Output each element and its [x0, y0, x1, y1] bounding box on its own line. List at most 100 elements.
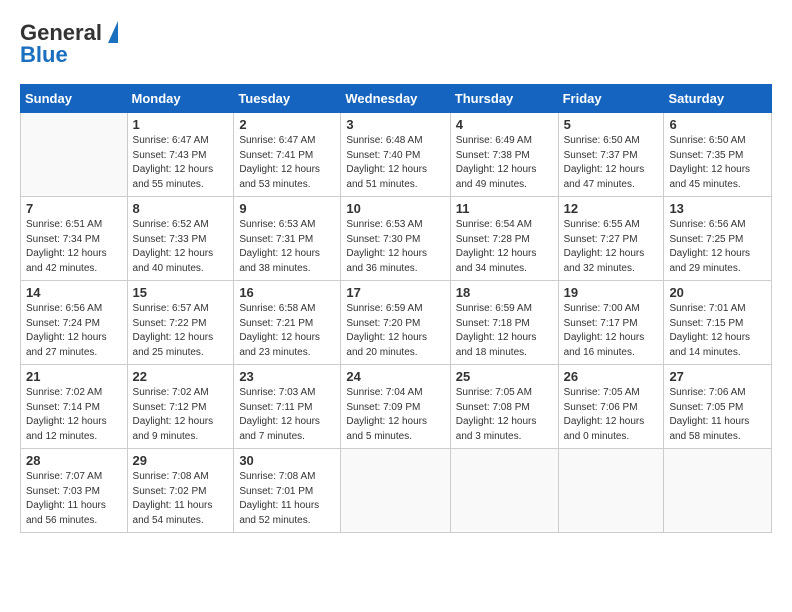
day-info: Sunrise: 6:50 AM Sunset: 7:35 PM Dayligh…	[669, 134, 766, 192]
day-number: 13	[669, 201, 766, 216]
day-number: 14	[26, 285, 122, 300]
calendar-cell: 10 Sunrise: 6:53 AM Sunset: 7:30 PM Dayli…	[341, 197, 450, 281]
day-number: 16	[239, 285, 335, 300]
calendar-cell: 2 Sunrise: 6:47 AM Sunset: 7:41 PM Daylig…	[234, 113, 341, 197]
day-info: Sunrise: 7:08 AM Sunset: 7:01 PM Dayligh…	[239, 470, 335, 528]
day-info: Sunrise: 6:53 AM Sunset: 7:30 PM Dayligh…	[346, 218, 444, 276]
calendar-cell: 1 Sunrise: 6:47 AM Sunset: 7:43 PM Daylig…	[127, 113, 234, 197]
calendar-cell: 12 Sunrise: 6:55 AM Sunset: 7:27 PM Dayli…	[558, 197, 664, 281]
calendar-cell	[664, 449, 772, 533]
day-info: Sunrise: 7:02 AM Sunset: 7:12 PM Dayligh…	[133, 386, 229, 444]
day-info: Sunrise: 7:01 AM Sunset: 7:15 PM Dayligh…	[669, 302, 766, 360]
day-info: Sunrise: 6:51 AM Sunset: 7:34 PM Dayligh…	[26, 218, 122, 276]
day-number: 1	[133, 117, 229, 132]
day-number: 19	[564, 285, 659, 300]
logo-line2: Blue	[20, 42, 68, 68]
calendar-cell: 16 Sunrise: 6:58 AM Sunset: 7:21 PM Dayli…	[234, 281, 341, 365]
day-number: 28	[26, 453, 122, 468]
calendar-cell: 6 Sunrise: 6:50 AM Sunset: 7:35 PM Daylig…	[664, 113, 772, 197]
day-info: Sunrise: 6:57 AM Sunset: 7:22 PM Dayligh…	[133, 302, 229, 360]
day-info: Sunrise: 6:56 AM Sunset: 7:25 PM Dayligh…	[669, 218, 766, 276]
day-number: 24	[346, 369, 444, 384]
calendar-cell: 14 Sunrise: 6:56 AM Sunset: 7:24 PM Dayli…	[21, 281, 128, 365]
col-header-tuesday: Tuesday	[234, 85, 341, 113]
day-info: Sunrise: 7:05 AM Sunset: 7:08 PM Dayligh…	[456, 386, 553, 444]
day-number: 18	[456, 285, 553, 300]
day-info: Sunrise: 7:02 AM Sunset: 7:14 PM Dayligh…	[26, 386, 122, 444]
day-info: Sunrise: 6:50 AM Sunset: 7:37 PM Dayligh…	[564, 134, 659, 192]
calendar-cell: 18Sunrise: 6:59 AM Sunset: 7:18 PM Dayli…	[450, 281, 558, 365]
logo: General Blue	[20, 20, 118, 68]
col-header-saturday: Saturday	[664, 85, 772, 113]
calendar-cell: 4Sunrise: 6:49 AM Sunset: 7:38 PM Daylig…	[450, 113, 558, 197]
day-number: 4	[456, 117, 553, 132]
day-info: Sunrise: 7:08 AM Sunset: 7:02 PM Dayligh…	[133, 470, 229, 528]
day-info: Sunrise: 6:48 AM Sunset: 7:40 PM Dayligh…	[346, 134, 444, 192]
day-number: 15	[133, 285, 229, 300]
col-header-monday: Monday	[127, 85, 234, 113]
day-number: 10	[346, 201, 444, 216]
day-number: 6	[669, 117, 766, 132]
calendar-cell: 17Sunrise: 6:59 AM Sunset: 7:20 PM Dayli…	[341, 281, 450, 365]
day-info: Sunrise: 6:47 AM Sunset: 7:41 PM Dayligh…	[239, 134, 335, 192]
calendar-week-4: 21 Sunrise: 7:02 AM Sunset: 7:14 PM Dayli…	[21, 365, 772, 449]
calendar-cell: 30 Sunrise: 7:08 AM Sunset: 7:01 PM Dayli…	[234, 449, 341, 533]
day-info: Sunrise: 7:03 AM Sunset: 7:11 PM Dayligh…	[239, 386, 335, 444]
calendar-cell: 13 Sunrise: 6:56 AM Sunset: 7:25 PM Dayli…	[664, 197, 772, 281]
calendar-week-2: 7 Sunrise: 6:51 AM Sunset: 7:34 PM Daylig…	[21, 197, 772, 281]
calendar-cell: 26 Sunrise: 7:05 AM Sunset: 7:06 PM Dayli…	[558, 365, 664, 449]
calendar-week-5: 28 Sunrise: 7:07 AM Sunset: 7:03 PM Dayli…	[21, 449, 772, 533]
calendar-week-3: 14 Sunrise: 6:56 AM Sunset: 7:24 PM Dayli…	[21, 281, 772, 365]
day-number: 12	[564, 201, 659, 216]
day-number: 21	[26, 369, 122, 384]
col-header-sunday: Sunday	[21, 85, 128, 113]
calendar-cell	[558, 449, 664, 533]
calendar-cell: 7 Sunrise: 6:51 AM Sunset: 7:34 PM Daylig…	[21, 197, 128, 281]
calendar-cell: 15 Sunrise: 6:57 AM Sunset: 7:22 PM Dayli…	[127, 281, 234, 365]
calendar-cell: 22 Sunrise: 7:02 AM Sunset: 7:12 PM Dayli…	[127, 365, 234, 449]
calendar-cell: 9 Sunrise: 6:53 AM Sunset: 7:31 PM Daylig…	[234, 197, 341, 281]
day-info: Sunrise: 6:52 AM Sunset: 7:33 PM Dayligh…	[133, 218, 229, 276]
day-number: 9	[239, 201, 335, 216]
day-number: 30	[239, 453, 335, 468]
day-info: Sunrise: 7:05 AM Sunset: 7:06 PM Dayligh…	[564, 386, 659, 444]
calendar-cell: 19 Sunrise: 7:00 AM Sunset: 7:17 PM Dayli…	[558, 281, 664, 365]
day-number: 7	[26, 201, 122, 216]
calendar-cell: 3 Sunrise: 6:48 AM Sunset: 7:40 PM Daylig…	[341, 113, 450, 197]
day-info: Sunrise: 6:47 AM Sunset: 7:43 PM Dayligh…	[133, 134, 229, 192]
day-number: 29	[133, 453, 229, 468]
day-info: Sunrise: 6:53 AM Sunset: 7:31 PM Dayligh…	[239, 218, 335, 276]
calendar-table: SundayMondayTuesdayWednesdayThursdayFrid…	[20, 84, 772, 533]
calendar-cell	[341, 449, 450, 533]
day-number: 2	[239, 117, 335, 132]
day-number: 3	[346, 117, 444, 132]
calendar-cell: 11 Sunrise: 6:54 AM Sunset: 7:28 PM Dayli…	[450, 197, 558, 281]
day-info: Sunrise: 7:00 AM Sunset: 7:17 PM Dayligh…	[564, 302, 659, 360]
calendar-cell	[21, 113, 128, 197]
calendar-cell: 25Sunrise: 7:05 AM Sunset: 7:08 PM Dayli…	[450, 365, 558, 449]
calendar-cell: 28 Sunrise: 7:07 AM Sunset: 7:03 PM Dayli…	[21, 449, 128, 533]
day-number: 8	[133, 201, 229, 216]
calendar-cell: 8 Sunrise: 6:52 AM Sunset: 7:33 PM Daylig…	[127, 197, 234, 281]
calendar-cell	[450, 449, 558, 533]
col-header-wednesday: Wednesday	[341, 85, 450, 113]
day-info: Sunrise: 6:55 AM Sunset: 7:27 PM Dayligh…	[564, 218, 659, 276]
day-info: Sunrise: 6:56 AM Sunset: 7:24 PM Dayligh…	[26, 302, 122, 360]
col-header-friday: Friday	[558, 85, 664, 113]
day-number: 20	[669, 285, 766, 300]
day-number: 23	[239, 369, 335, 384]
day-number: 11	[456, 201, 553, 216]
col-header-thursday: Thursday	[450, 85, 558, 113]
calendar-cell: 20 Sunrise: 7:01 AM Sunset: 7:15 PM Dayli…	[664, 281, 772, 365]
calendar-cell: 29 Sunrise: 7:08 AM Sunset: 7:02 PM Dayli…	[127, 449, 234, 533]
day-info: Sunrise: 7:07 AM Sunset: 7:03 PM Dayligh…	[26, 470, 122, 528]
calendar-cell: 21 Sunrise: 7:02 AM Sunset: 7:14 PM Dayli…	[21, 365, 128, 449]
day-number: 26	[564, 369, 659, 384]
day-info: Sunrise: 6:58 AM Sunset: 7:21 PM Dayligh…	[239, 302, 335, 360]
day-info: Sunrise: 6:59 AM Sunset: 7:20 PM Dayligh…	[346, 302, 444, 360]
calendar-cell: 5 Sunrise: 6:50 AM Sunset: 7:37 PM Daylig…	[558, 113, 664, 197]
day-info: Sunrise: 6:54 AM Sunset: 7:28 PM Dayligh…	[456, 218, 553, 276]
calendar-cell: 24Sunrise: 7:04 AM Sunset: 7:09 PM Dayli…	[341, 365, 450, 449]
day-number: 22	[133, 369, 229, 384]
day-number: 5	[564, 117, 659, 132]
